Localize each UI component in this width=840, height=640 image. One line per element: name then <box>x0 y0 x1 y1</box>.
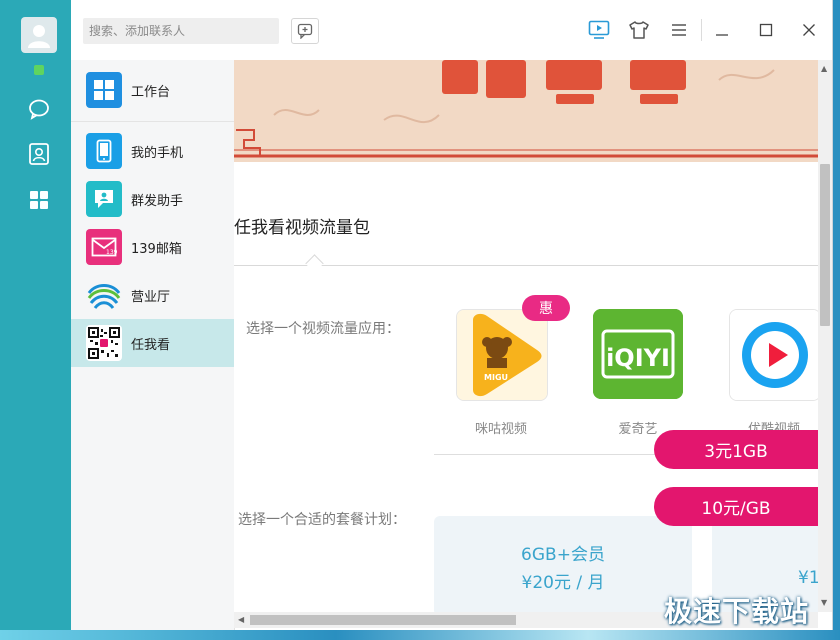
desktop-background <box>0 630 840 640</box>
maximize-icon <box>759 23 773 37</box>
add-contact-button[interactable] <box>291 18 319 44</box>
grid-icon <box>86 72 122 108</box>
chat-user-icon <box>86 181 122 217</box>
sidebar-item-label: 我的手机 <box>131 145 184 161</box>
apps-button[interactable] <box>24 185 54 215</box>
video-button[interactable] <box>586 17 612 43</box>
add-chat-icon <box>297 23 313 39</box>
scroll-down-arrow-icon[interactable]: ▼ <box>821 598 827 607</box>
choose-app-label: 选择一个视频流量应用： <box>246 321 400 337</box>
sidebar-item-business-hall[interactable]: 营业厅 <box>71 271 234 319</box>
phone-icon <box>86 133 122 169</box>
pill-10yuan-gb[interactable]: 10元/GB <box>654 487 818 526</box>
messages-button[interactable] <box>24 94 54 124</box>
tab-caret <box>305 254 324 273</box>
sidebar-item-label: 营业厅 <box>131 289 171 305</box>
promo-banner[interactable] <box>234 60 818 162</box>
vertical-scroll-thumb[interactable] <box>820 164 830 326</box>
online-status-dot <box>34 65 44 75</box>
choose-plan-label: 选择一个合适的套餐计划： <box>238 512 406 528</box>
sidebar-item-mass-send[interactable]: 群发助手 <box>71 175 234 223</box>
search-input[interactable] <box>83 18 279 44</box>
minimize-icon <box>716 34 728 36</box>
migu-logo-icon: MIGU <box>457 310 547 400</box>
svg-text:MIGU: MIGU <box>484 373 508 382</box>
main-content: 任我看视频流量包 选择一个视频流量应用： MIGU 咪咕视频 iQIYI 爱奇艺 <box>234 60 818 612</box>
avatar[interactable] <box>21 17 57 53</box>
skin-button[interactable] <box>626 17 652 43</box>
app-card-migu[interactable]: MIGU <box>456 309 548 401</box>
left-rail <box>0 0 71 630</box>
sidebar-item-label: 群发助手 <box>131 193 184 209</box>
scroll-up-arrow-icon[interactable]: ▲ <box>821 64 827 73</box>
chat-bubble-icon <box>29 99 49 120</box>
sidebar: 工作台 我的手机 群发助手 139 139邮箱 营业厅 任我看 <box>71 60 235 630</box>
maximize-button[interactable] <box>753 17 779 43</box>
svg-text:139: 139 <box>106 249 117 256</box>
sidebar-divider <box>71 121 234 122</box>
plan-price: ¥1 <box>798 568 818 588</box>
qrcode-icon <box>86 325 122 361</box>
sidebar-item-139-mail[interactable]: 139 139邮箱 <box>71 223 234 271</box>
plan-card-6gb[interactable]: 6GB+会员 ¥20元 / 月 <box>434 516 692 612</box>
svg-text:iQIYI: iQIYI <box>606 344 670 372</box>
watermark-text: 极速下载站 <box>664 595 810 628</box>
toolbar-separator <box>701 19 702 41</box>
sidebar-item-label: 任我看 <box>131 337 171 353</box>
page-title: 任我看视频流量包 <box>234 218 370 238</box>
youku-logo-icon <box>730 310 818 400</box>
sidebar-item-label: 工作台 <box>131 84 171 100</box>
app-name-migu: 咪咕视频 <box>474 422 527 437</box>
tshirt-icon <box>629 21 649 39</box>
pill-3yuan-1gb[interactable]: 3元1GB <box>654 430 818 469</box>
horizontal-scroll-thumb[interactable] <box>250 615 516 625</box>
iqiyi-logo-icon: iQIYI <box>593 309 683 399</box>
user-icon <box>28 25 50 48</box>
close-icon <box>803 24 815 36</box>
close-button[interactable] <box>796 17 822 43</box>
grid-icon <box>30 191 48 209</box>
top-bar <box>71 0 832 61</box>
app-window: 工作台 我的手机 群发助手 139 139邮箱 <box>0 0 833 630</box>
contacts-icon <box>29 143 49 165</box>
sidebar-item-renwokan[interactable]: 任我看 <box>71 319 234 367</box>
app-card-youku[interactable] <box>729 309 818 401</box>
tv-play-icon <box>588 20 610 39</box>
mail-icon: 139 <box>86 229 122 265</box>
menu-button[interactable] <box>666 17 692 43</box>
contacts-button[interactable] <box>24 139 54 169</box>
plan-price: ¥20元 / 月 <box>521 573 605 593</box>
banner-art-icon <box>234 60 818 162</box>
vertical-scrollbar[interactable]: ▲ ▼ <box>818 60 832 612</box>
hamburger-icon <box>672 24 686 36</box>
app-card-iqiyi[interactable]: iQIYI <box>593 309 683 399</box>
china-mobile-logo-icon <box>86 277 122 313</box>
sidebar-item-workbench[interactable]: 工作台 <box>71 66 234 114</box>
sidebar-item-my-phone[interactable]: 我的手机 <box>71 127 234 175</box>
plan-title: 6GB+会员 <box>521 545 605 565</box>
discount-badge: 惠 <box>522 295 570 321</box>
scroll-left-arrow-icon[interactable]: ◀ <box>238 615 244 624</box>
sidebar-item-label: 139邮箱 <box>131 241 182 257</box>
minimize-button[interactable] <box>709 17 735 43</box>
